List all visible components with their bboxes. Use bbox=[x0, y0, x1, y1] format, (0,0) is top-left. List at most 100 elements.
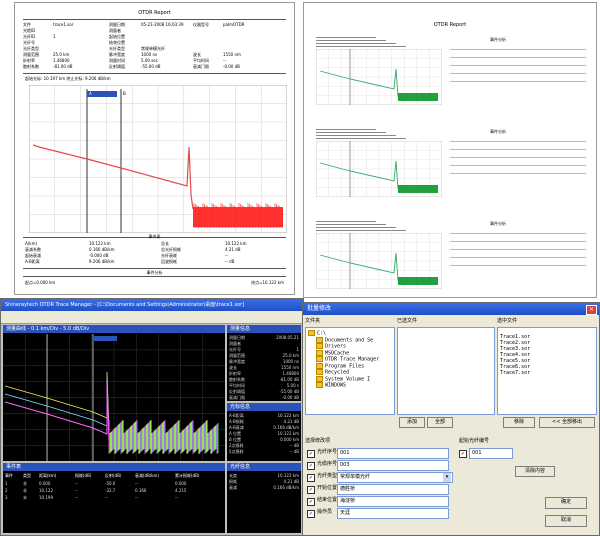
field-input[interactable]: 德胜桥 bbox=[337, 484, 449, 495]
trace-panel[interactable]: 测量曲线 - 0.1 km/Div - 5.0 dB/Div bbox=[3, 325, 225, 461]
info-row: B 位置 0.000 km bbox=[229, 437, 299, 442]
header-cell: 25.0 km bbox=[53, 52, 70, 57]
meta-line bbox=[316, 138, 406, 139]
info-row: 光纤号 1 bbox=[229, 347, 299, 352]
info-row: A-B衰减 0.166 dB/km bbox=[229, 425, 299, 430]
summary-value: 10.122 km bbox=[89, 241, 111, 246]
remove-all-button[interactable]: << 全部移出 bbox=[539, 417, 595, 428]
header-cell: 结束位置 bbox=[109, 40, 125, 45]
chevron-down-icon[interactable]: ▾ bbox=[443, 473, 451, 482]
header-cell: 5.00 sec bbox=[141, 58, 158, 63]
field-input[interactable]: 001 bbox=[337, 448, 449, 459]
info-key: 衰减门限 bbox=[229, 395, 245, 400]
add-button[interactable]: 添加 bbox=[399, 417, 425, 428]
selected-files-list-label: 选中文件 bbox=[497, 318, 518, 324]
ok-button[interactable]: 确定 bbox=[545, 497, 587, 509]
field-checkbox[interactable]: ✓ bbox=[307, 510, 315, 518]
footer-left: 起点=0.000 km bbox=[25, 280, 56, 285]
cancel-button[interactable]: 取消 bbox=[545, 515, 587, 527]
table-line bbox=[450, 73, 586, 74]
remove-button[interactable]: 移除 bbox=[503, 417, 535, 428]
field-input[interactable]: 常规单模光纤 bbox=[337, 472, 453, 483]
report-page-left: OTDR Report 文件 trace1.sor 测量日期 05-21-2008 1… bbox=[14, 2, 295, 295]
field-checkbox[interactable]: ✓ bbox=[307, 486, 315, 494]
tree-item-label: OTDR Trace Manager bbox=[325, 356, 380, 363]
selected-files-label: 已选文件 bbox=[397, 318, 418, 324]
header-cell: 测量者 bbox=[109, 28, 121, 33]
header-cell: 波长 bbox=[193, 52, 201, 57]
info-row: A-B距离 10.122 km bbox=[229, 413, 299, 418]
header-cell: 1550 nm bbox=[223, 52, 241, 57]
selected-file-list[interactable]: Trace1.sor Trace2.sor Trace3.sor Trace4.sor… bbox=[497, 327, 597, 415]
file-list[interactable] bbox=[397, 327, 495, 415]
summary-panel-title: 光纤信息 bbox=[227, 463, 301, 471]
tree-item[interactable]: WINDOWS bbox=[306, 382, 394, 389]
field-checkbox[interactable]: ✓ bbox=[307, 498, 315, 506]
mini-trace-chart bbox=[316, 49, 442, 105]
info-row: 折射率 1.46800 bbox=[229, 371, 299, 376]
event-cell: -- bbox=[75, 481, 78, 486]
field-label: 操作员 bbox=[317, 509, 333, 515]
start-number-field[interactable]: 001 bbox=[469, 448, 513, 459]
all-button[interactable]: 全部 bbox=[427, 417, 453, 428]
info-row: 损耗 4.21 dB bbox=[229, 479, 299, 484]
field-label: 结束位置 bbox=[317, 497, 338, 503]
info-panel-title: 测量信息 bbox=[227, 325, 301, 333]
start-number-checkbox[interactable]: ✓ bbox=[459, 450, 467, 458]
header-cell: 1 bbox=[53, 34, 56, 39]
field-input[interactable]: 海淀桥 bbox=[337, 496, 449, 507]
field-checkbox[interactable]: ✓ bbox=[307, 474, 315, 482]
summary-value: -- dB bbox=[225, 259, 235, 264]
field-checkbox[interactable]: ✓ bbox=[307, 462, 315, 470]
table-line bbox=[450, 157, 586, 158]
table-line bbox=[450, 57, 586, 58]
selected-file-item[interactable]: Trace7.sor bbox=[498, 370, 596, 376]
summary-value: 9.206 dB/km bbox=[89, 259, 115, 264]
report-title: OTDR Report bbox=[138, 10, 171, 16]
event-cell: -- bbox=[75, 488, 78, 493]
field-input[interactable]: 003 bbox=[337, 460, 449, 471]
meta-line bbox=[316, 224, 386, 225]
header-cell: 1.46800 bbox=[53, 58, 70, 63]
header-cell: 衰减门限 bbox=[193, 64, 209, 69]
info-value: -55.00 dB bbox=[279, 389, 299, 394]
table-line bbox=[450, 141, 586, 142]
report-header-table: 文件 trace1.sor 测量日期 05-21-2008 16:03:39 仪器型号 p… bbox=[23, 22, 285, 70]
trace-panel-title: 测量曲线 - 0.1 km/Div - 5.0 dB/Div bbox=[3, 325, 225, 333]
report-right-title: OTDR Report bbox=[433, 22, 467, 28]
info-key: 脉冲宽度 bbox=[229, 359, 245, 364]
event-cell: 非 bbox=[23, 481, 27, 486]
summary-value: 0.166 dB/km bbox=[89, 247, 115, 252]
info-value: 1000 ns bbox=[282, 359, 299, 364]
field-checkbox[interactable]: ✓ bbox=[307, 450, 315, 458]
meta-line bbox=[316, 37, 376, 38]
close-icon[interactable]: × bbox=[586, 305, 597, 315]
header-cell: 脉冲宽度 bbox=[109, 52, 125, 57]
marker-info-panel: 光标信息 A-B距离 10.122 km A-B损耗 4.21 dB A-B衰减 0.16… bbox=[227, 403, 301, 461]
change-items-label: 选择修改项 bbox=[305, 438, 331, 444]
app-trace-chart bbox=[3, 334, 225, 461]
info-value: 4.21 dB bbox=[283, 479, 299, 484]
header-cell: 测量日期 bbox=[109, 22, 125, 27]
event-cell: 0.000 bbox=[175, 481, 187, 486]
folder-icon bbox=[316, 343, 323, 349]
mini-trace-chart bbox=[316, 141, 442, 197]
table-line bbox=[450, 165, 586, 166]
field-input[interactable]: 天涯 bbox=[337, 508, 449, 519]
event-cell: 2 bbox=[5, 488, 8, 493]
event-cell: 10.199 bbox=[39, 495, 53, 500]
summary-key: 起始衰减 bbox=[25, 253, 41, 258]
folder-tree[interactable]: C:\ Documents and Se Drivers MSOCache OTDR T… bbox=[305, 327, 395, 415]
info-row: 衰减门限 -0.00 dB bbox=[229, 395, 299, 400]
header-cell: 光纤类型 bbox=[109, 46, 125, 51]
header-cell: 反射阈值 bbox=[109, 64, 125, 69]
event-column-header: 类型 bbox=[23, 473, 31, 478]
header-cell: -0.00 dB bbox=[223, 64, 240, 69]
info-value: 10.122 km bbox=[277, 473, 299, 478]
clear-button[interactable]: 清除内容 bbox=[515, 466, 555, 477]
info-value: 5.00 s bbox=[286, 383, 299, 388]
table-line bbox=[450, 265, 586, 266]
batch-edit-dialog: 批量修改 × 文件夹 已选文件 选中文件 C:\ Documents and Se… bbox=[302, 302, 600, 536]
info-row: 长度 10.122 km bbox=[229, 473, 299, 478]
info-value: 10.122 km bbox=[277, 431, 299, 436]
